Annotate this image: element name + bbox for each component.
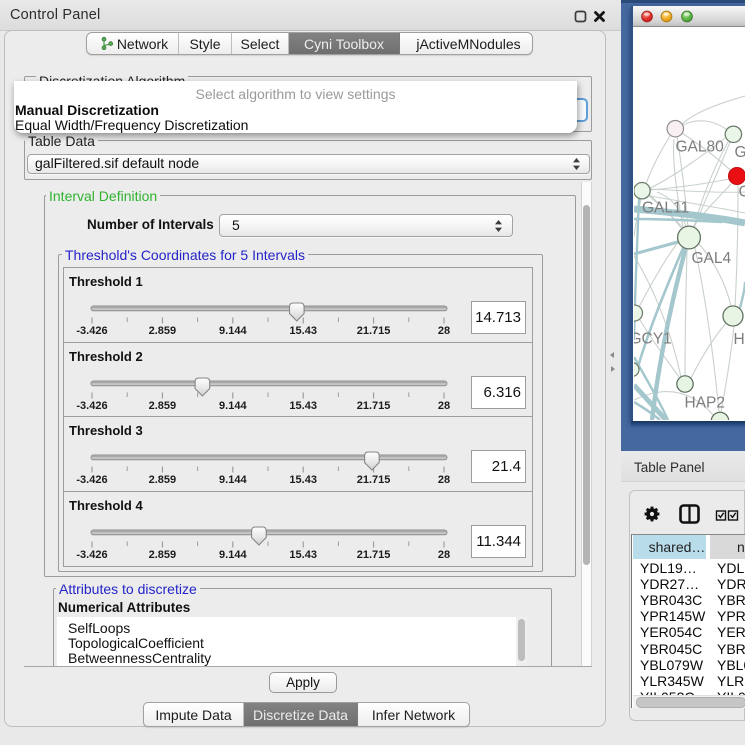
svg-text:GA: GA xyxy=(735,144,745,161)
svg-text:GAL80: GAL80 xyxy=(676,138,725,155)
svg-text:9.144: 9.144 xyxy=(219,325,247,337)
svg-text:9.144: 9.144 xyxy=(219,400,247,412)
svg-text:9.144: 9.144 xyxy=(219,549,247,561)
svg-text:28: 28 xyxy=(438,325,450,337)
svg-text:-3.426: -3.426 xyxy=(76,325,107,337)
svg-text:9.144: 9.144 xyxy=(219,474,247,486)
svg-text:15.43: 15.43 xyxy=(289,474,317,486)
svg-text:HI: HI xyxy=(734,331,745,348)
svg-text:15.43: 15.43 xyxy=(289,400,317,412)
svg-text:2.859: 2.859 xyxy=(149,325,177,337)
svg-text:15.43: 15.43 xyxy=(289,325,317,337)
svg-text:GCY1: GCY1 xyxy=(634,331,672,348)
svg-text:21.715: 21.715 xyxy=(357,549,391,561)
svg-text:-3.426: -3.426 xyxy=(76,474,107,486)
svg-text:21.715: 21.715 xyxy=(357,325,391,337)
svg-text:28: 28 xyxy=(438,400,450,412)
svg-text:2.859: 2.859 xyxy=(149,549,177,561)
svg-text:CY: CY xyxy=(739,184,745,201)
svg-text:GAL11: GAL11 xyxy=(642,200,689,217)
svg-text:-3.426: -3.426 xyxy=(76,400,107,412)
svg-text:21.715: 21.715 xyxy=(357,400,391,412)
svg-text:28: 28 xyxy=(438,549,450,561)
svg-text:HAP2: HAP2 xyxy=(685,395,726,412)
svg-text:2.859: 2.859 xyxy=(149,474,177,486)
svg-text:28: 28 xyxy=(438,474,450,486)
svg-text:21.715: 21.715 xyxy=(357,474,391,486)
svg-text:2.859: 2.859 xyxy=(149,400,177,412)
svg-text:-3.426: -3.426 xyxy=(76,549,107,561)
svg-text:GAL4: GAL4 xyxy=(692,250,732,267)
svg-text:15.43: 15.43 xyxy=(289,549,317,561)
